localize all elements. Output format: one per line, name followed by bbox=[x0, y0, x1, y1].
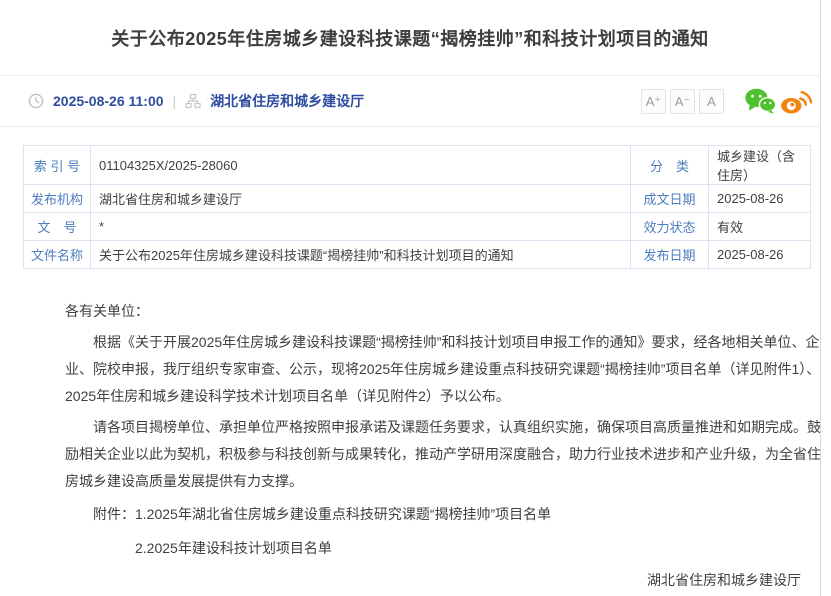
attachment-item: 1.2025年湖北省住房城乡建设重点科技研究课题“揭榜挂帅”项目名单 bbox=[135, 506, 551, 522]
document-info-table: 索 引 号 01104325X/2025-28060 分 类 城乡建设（含住房）… bbox=[23, 145, 811, 269]
meta-tools: A⁺ A⁻ A bbox=[641, 87, 812, 115]
document-body: 各有关单位： 根据《关于开展2025年住房城乡建设科技课题“揭榜挂帅”和科技计划… bbox=[0, 269, 831, 596]
meta-info: 2025-08-26 11:00 | 湖北省住房和城乡建设厅 bbox=[28, 91, 364, 111]
document-number-label: 文 号 bbox=[24, 213, 91, 241]
category-value: 城乡建设（含住房） bbox=[709, 146, 811, 185]
page-title: 关于公布2025年住房城乡建设科技课题“揭榜挂帅”和科技计划项目的通知 bbox=[111, 25, 709, 51]
page-right-border bbox=[820, 0, 821, 596]
document-number-value: * bbox=[91, 213, 631, 241]
issuing-agency-label: 发布机构 bbox=[24, 185, 91, 213]
publish-date-label: 发布日期 bbox=[631, 241, 709, 269]
attachment-line-1: 附件：1.2025年湖北省住房城乡建设重点科技研究课题“揭榜挂帅”项目名单 bbox=[65, 501, 821, 528]
body-paragraph: 根据《关于开展2025年住房城乡建设科技课题“揭榜挂帅”和科技计划项目申报工作的… bbox=[65, 329, 821, 410]
table-row: 文 号 * 效力状态 有效 bbox=[24, 213, 811, 241]
written-date-value: 2025-08-26 bbox=[709, 185, 811, 213]
font-reset-button[interactable]: A bbox=[699, 89, 724, 114]
document-title-label: 文件名称 bbox=[24, 241, 91, 269]
attachment-line-2: 2.2025年建设科技计划项目名单 bbox=[65, 535, 821, 562]
issuing-agency-value: 湖北省住房和城乡建设厅 bbox=[91, 185, 631, 213]
meta-bar: 2025-08-26 11:00 | 湖北省住房和城乡建设厅 A⁺ A⁻ A bbox=[0, 76, 820, 127]
title-bar: 关于公布2025年住房城乡建设科技课题“揭榜挂帅”和科技计划项目的通知 bbox=[0, 0, 820, 76]
sitemap-icon bbox=[185, 93, 201, 109]
index-number-label: 索 引 号 bbox=[24, 146, 91, 185]
salutation: 各有关单位： bbox=[65, 298, 821, 325]
font-increase-button[interactable]: A⁺ bbox=[641, 89, 666, 114]
wechat-share-icon[interactable] bbox=[744, 87, 776, 115]
signature-organization: 湖北省住房和城乡建设厅 bbox=[65, 567, 821, 594]
validity-status-label: 效力状态 bbox=[631, 213, 709, 241]
written-date-label: 成文日期 bbox=[631, 185, 709, 213]
validity-status-value: 有效 bbox=[709, 213, 811, 241]
font-decrease-button[interactable]: A⁻ bbox=[670, 89, 695, 114]
table-row: 发布机构 湖北省住房和城乡建设厅 成文日期 2025-08-26 bbox=[24, 185, 811, 213]
category-label: 分 类 bbox=[631, 146, 709, 185]
document-title-value: 关于公布2025年住房城乡建设科技课题“揭榜挂帅”和科技计划项目的通知 bbox=[91, 241, 631, 269]
document-page: 关于公布2025年住房城乡建设科技课题“揭榜挂帅”和科技计划项目的通知 2025… bbox=[0, 0, 831, 596]
publish-datetime: 2025-08-26 11:00 bbox=[53, 93, 164, 109]
attachments-label: 附件： bbox=[93, 506, 135, 522]
table-row: 文件名称 关于公布2025年住房城乡建设科技课题“揭榜挂帅”和科技计划项目的通知… bbox=[24, 241, 811, 269]
source-organization: 湖北省住房和城乡建设厅 bbox=[210, 91, 364, 111]
publish-date-value: 2025-08-26 bbox=[709, 241, 811, 269]
index-number-value: 01104325X/2025-28060 bbox=[91, 146, 631, 185]
table-row: 索 引 号 01104325X/2025-28060 分 类 城乡建设（含住房） bbox=[24, 146, 811, 185]
weibo-share-icon[interactable] bbox=[780, 87, 812, 115]
meta-separator: | bbox=[173, 93, 177, 109]
clock-icon bbox=[28, 93, 44, 109]
body-paragraph: 请各项目揭榜单位、承担单位严格按照申报承诺及课题任务要求，认真组织实施，确保项目… bbox=[65, 414, 821, 495]
attachment-item: 2.2025年建设科技计划项目名单 bbox=[135, 540, 332, 556]
